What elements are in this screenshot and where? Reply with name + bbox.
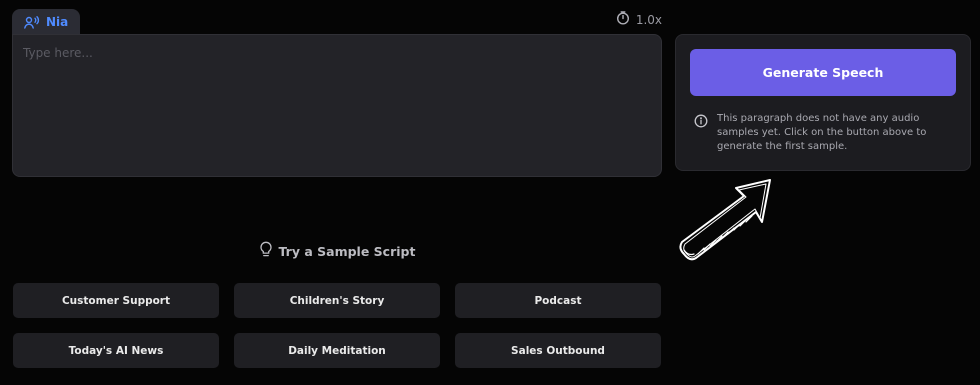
tts-workspace: Nia 1.0x Generate Speech This paragraph	[0, 0, 980, 385]
sample-heading-text: Try a Sample Script	[278, 243, 416, 259]
sample-childrens-story-button[interactable]: Children's Story	[234, 283, 440, 318]
generate-panel: Generate Speech This paragraph does not …	[675, 34, 971, 171]
sample-script-heading: Try a Sample Script	[0, 241, 674, 261]
sample-daily-meditation-button[interactable]: Daily Meditation	[234, 333, 440, 368]
info-text: This paragraph does not have any audio s…	[717, 113, 927, 152]
sample-podcast-button[interactable]: Podcast	[455, 283, 661, 318]
hand-drawn-arrow-icon	[679, 179, 771, 261]
generate-speech-button[interactable]: Generate Speech	[690, 49, 956, 96]
sample-customer-support-button[interactable]: Customer Support	[13, 283, 219, 318]
sample-ai-news-button[interactable]: Today's AI News	[13, 333, 219, 368]
script-textarea[interactable]	[13, 35, 661, 176]
sample-script-grid: Customer Support Children's Story Podcas…	[13, 283, 661, 368]
no-samples-notice: This paragraph does not have any audio s…	[694, 112, 956, 154]
voice-name: Nia	[46, 15, 69, 29]
sample-sales-outbound-button[interactable]: Sales Outbound	[455, 333, 661, 368]
lightbulb-icon	[259, 241, 273, 261]
speed-control[interactable]: 1.0x	[616, 11, 662, 28]
voice-selector-tab[interactable]: Nia	[12, 9, 80, 35]
text-editor	[12, 34, 662, 177]
speed-value: 1.0x	[635, 12, 662, 27]
voice-person-icon	[24, 15, 40, 29]
info-icon	[694, 113, 708, 154]
timer-icon	[616, 11, 630, 28]
